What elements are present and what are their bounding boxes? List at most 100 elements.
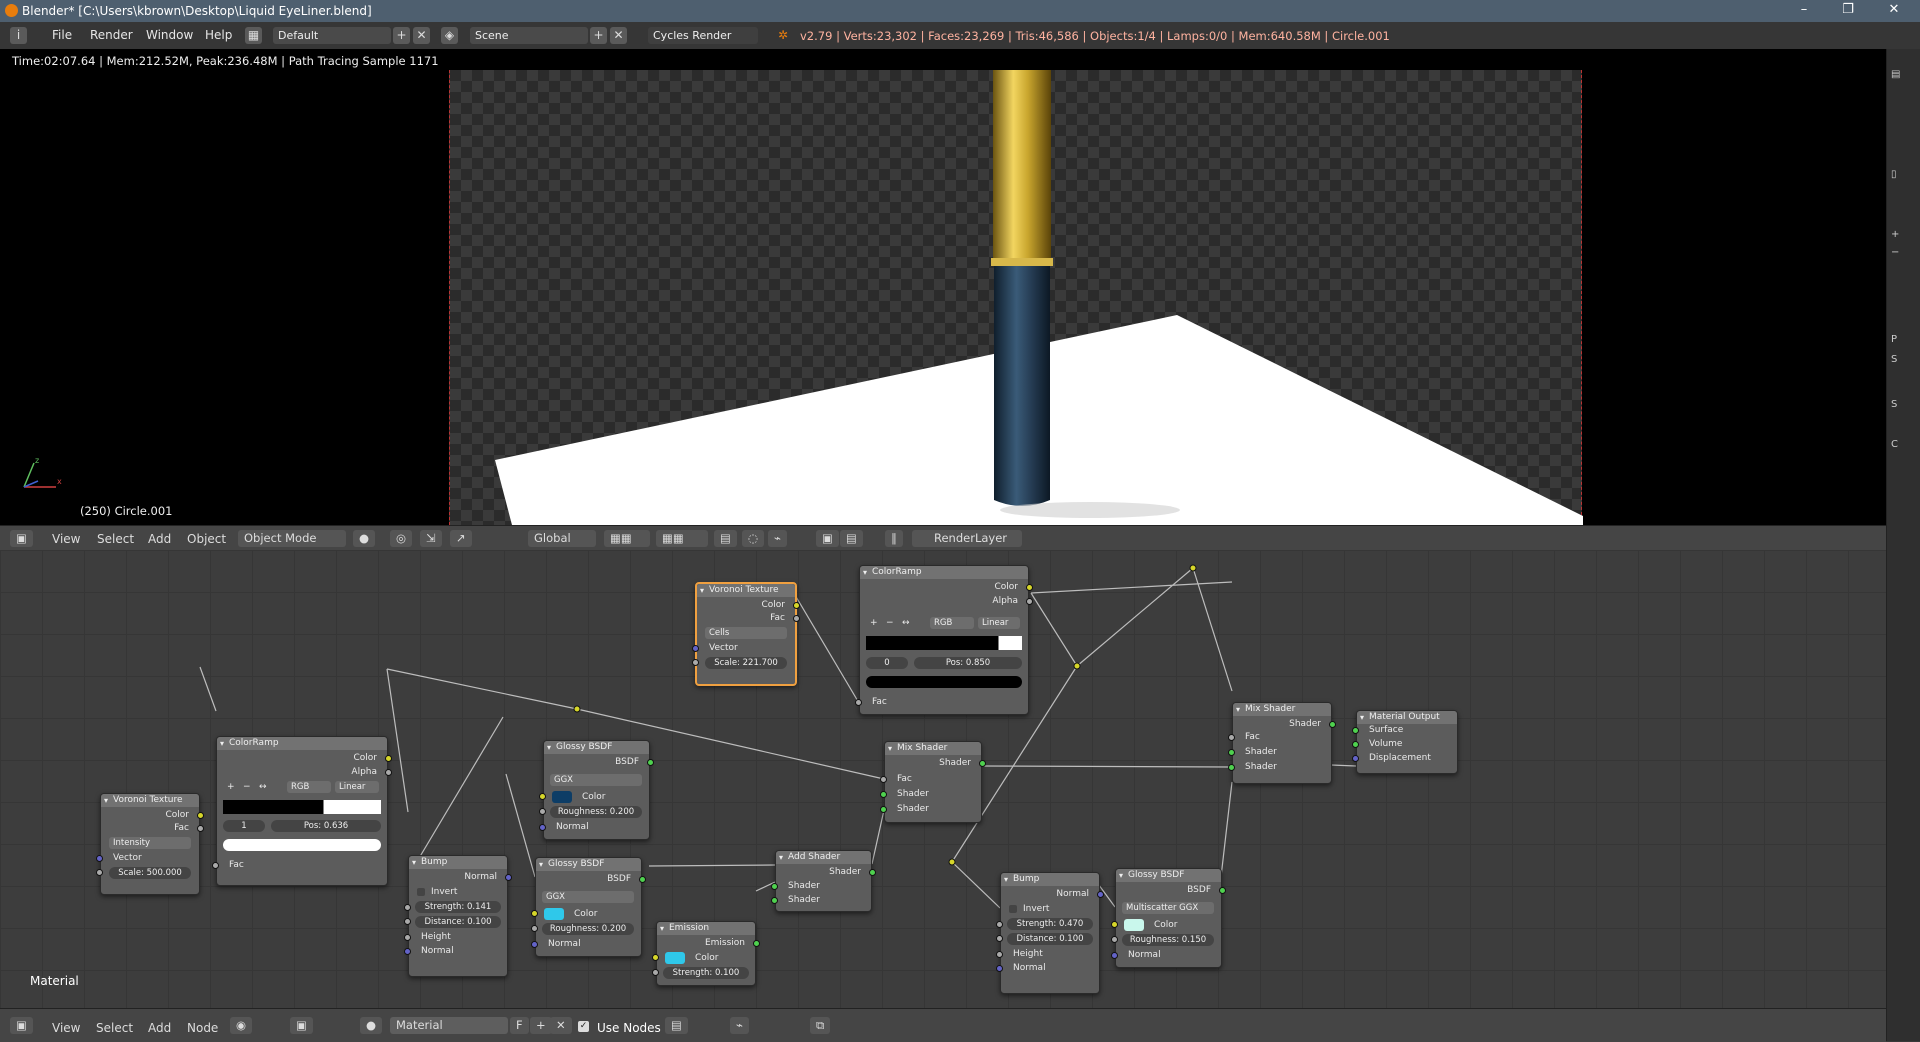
bump-node-2[interactable]: Bump Normal Invert Strength: 0.470 Dista… <box>996 872 1104 994</box>
bump-node-1[interactable]: Bump Normal Invert Strength: 0.141 Dista… <box>404 855 512 977</box>
color-swatch[interactable] <box>552 791 572 803</box>
stop-color-field[interactable] <box>223 839 381 851</box>
layers-grid-1[interactable]: ▦▦ <box>604 530 650 547</box>
proportional-edit-icon[interactable]: ◌ <box>742 530 765 547</box>
shader-tree-icon[interactable]: ◉ <box>230 1017 253 1034</box>
menu-object[interactable]: Object <box>187 532 226 546</box>
node-header[interactable]: ColorRamp <box>217 737 387 750</box>
socket-strength-in[interactable] <box>652 969 659 976</box>
socket-alpha-out[interactable] <box>1026 598 1033 605</box>
socket-fac-in[interactable] <box>855 699 862 706</box>
socket-normal-in[interactable] <box>539 824 546 831</box>
node-header[interactable]: Mix Shader <box>1233 703 1331 716</box>
node-header[interactable]: Mix Shader <box>885 742 981 755</box>
add-stop-button[interactable]: + <box>870 618 878 628</box>
socket-surface-in[interactable] <box>1352 727 1359 734</box>
socket-color-in[interactable] <box>539 793 546 800</box>
mix-shader-node-2[interactable]: Mix Shader Shader Fac Shader Shader <box>1228 702 1336 784</box>
shading-icon[interactable]: ● <box>353 530 376 547</box>
node-editor[interactable]: Voronoi Texture Color Fac Cells Vector S… <box>0 550 1886 1008</box>
panel-item-c[interactable]: C <box>1891 439 1898 450</box>
color-swatch[interactable] <box>544 908 564 920</box>
add-stop-button[interactable]: + <box>227 782 235 792</box>
socket-strength-in[interactable] <box>404 904 411 911</box>
stop-position-field[interactable]: Pos: 0.636 <box>271 820 381 832</box>
remove-stop-button[interactable]: − <box>243 782 251 792</box>
socket-shader-in-1[interactable] <box>1228 749 1235 756</box>
socket-shader-in-1[interactable] <box>880 791 887 798</box>
socket-bsdf-out[interactable] <box>1219 887 1226 894</box>
socket-bsdf-out[interactable] <box>647 759 654 766</box>
menu-view[interactable]: View <box>52 532 80 546</box>
pause-icon[interactable]: ∥ <box>885 530 903 547</box>
unlink-material-button[interactable]: ✕ <box>550 1017 572 1034</box>
socket-scale-in[interactable] <box>692 659 699 666</box>
menu-add[interactable]: Add <box>148 1021 171 1035</box>
snap-icon[interactable]: ⌁ <box>768 530 787 547</box>
node-header[interactable]: Glossy BSDF <box>1116 869 1221 882</box>
node-header[interactable]: Voronoi Texture <box>697 584 795 597</box>
invert-checkbox[interactable] <box>1009 905 1017 913</box>
backdrop-icon[interactable]: ▤ <box>665 1017 688 1034</box>
menu-render[interactable]: Render <box>90 28 133 42</box>
color-swatch[interactable] <box>665 952 685 964</box>
panel-item-s2[interactable]: S <box>1891 399 1897 410</box>
add-shader-node[interactable]: Add Shader Shader Shader Shader <box>771 850 876 912</box>
scene-selector[interactable]: Scene <box>470 27 588 44</box>
render-engine-selector[interactable]: Cycles Render <box>648 27 758 44</box>
mix-shader-node-1[interactable]: Mix Shader Shader Fac Shader Shader <box>880 741 986 823</box>
node-header[interactable]: Voronoi Texture <box>101 794 199 807</box>
menu-view[interactable]: View <box>52 1021 80 1035</box>
socket-displacement-in[interactable] <box>1352 755 1359 762</box>
glossy-bsdf-node-2[interactable]: Glossy BSDF BSDF GGX Color Roughness: 0.… <box>531 857 646 957</box>
socket-normal-in[interactable] <box>1111 952 1118 959</box>
socket-volume-in[interactable] <box>1352 741 1359 748</box>
socket-normal-in[interactable] <box>531 941 538 948</box>
socket-normal-out[interactable] <box>505 874 512 881</box>
material-output-node[interactable]: Material Output Surface Volume Displacem… <box>1352 710 1458 774</box>
render-animation-icon[interactable]: ▤ <box>840 530 863 547</box>
panel-item-p[interactable]: P <box>1891 334 1897 345</box>
snap-icon[interactable]: ⌁ <box>730 1017 749 1034</box>
layout-selector[interactable]: Default <box>273 27 391 44</box>
socket-fac-in[interactable] <box>880 776 887 783</box>
roughness-field[interactable]: Roughness: 0.200 <box>542 923 634 935</box>
render-layer-selector[interactable]: RenderLayer <box>912 530 1022 547</box>
glossy-bsdf-node-3[interactable]: Glossy BSDF BSDF Multiscatter GGX Color … <box>1111 868 1226 968</box>
menu-window[interactable]: Window <box>146 28 193 42</box>
voronoi-texture-node-top[interactable]: Voronoi Texture Color Fac Cells Vector S… <box>692 582 800 686</box>
color-mode-dropdown[interactable]: RGB <box>287 781 331 793</box>
node-header[interactable]: Emission <box>657 922 755 935</box>
strength-field[interactable]: Strength: 0.470 <box>1007 918 1093 930</box>
node-header[interactable]: Bump <box>1001 873 1099 886</box>
distribution-dropdown[interactable]: Multiscatter GGX <box>1122 902 1214 914</box>
properties-panel-edge[interactable]: ▤ ▯ + − P S S C <box>1886 49 1920 1041</box>
manipulator-icon[interactable]: ⇲ <box>420 530 442 547</box>
distance-field[interactable]: Distance: 0.100 <box>1007 933 1093 945</box>
socket-strength-in[interactable] <box>996 921 1003 928</box>
distribution-dropdown[interactable]: GGX <box>542 891 634 903</box>
strength-field[interactable]: Strength: 0.100 <box>663 967 749 979</box>
socket-emission-out[interactable] <box>753 940 760 947</box>
zoom-out-icon[interactable]: − <box>1891 247 1899 258</box>
interpolation-dropdown[interactable]: Linear <box>335 781 379 793</box>
socket-color-in[interactable] <box>1111 921 1118 928</box>
flip-ramp-button[interactable]: ↔ <box>902 618 910 628</box>
socket-shader-out[interactable] <box>979 760 986 767</box>
delete-layout-button[interactable]: ✕ <box>413 27 430 44</box>
object-icon[interactable]: ▣ <box>290 1017 313 1034</box>
editor-type-icon[interactable]: ▣ <box>10 530 33 547</box>
socket-vector-in[interactable] <box>692 645 699 652</box>
stop-position-field[interactable]: Pos: 0.850 <box>914 657 1022 669</box>
active-stop-index[interactable]: 1 <box>223 820 265 832</box>
menu-select[interactable]: Select <box>97 532 134 546</box>
add-material-button[interactable]: + <box>530 1017 552 1034</box>
socket-color-out[interactable] <box>1026 584 1033 591</box>
minimize-button[interactable]: – <box>1782 0 1826 22</box>
node-header[interactable]: ColorRamp <box>860 566 1028 579</box>
voronoi-texture-node-left[interactable]: Voronoi Texture Color Fac Intensity Vect… <box>96 793 204 895</box>
scale-field[interactable]: Scale: 221.700 <box>705 657 787 669</box>
mode-selector[interactable]: Object Mode <box>238 530 346 547</box>
socket-roughness-in[interactable] <box>539 808 546 815</box>
socket-bsdf-out[interactable] <box>639 876 646 883</box>
